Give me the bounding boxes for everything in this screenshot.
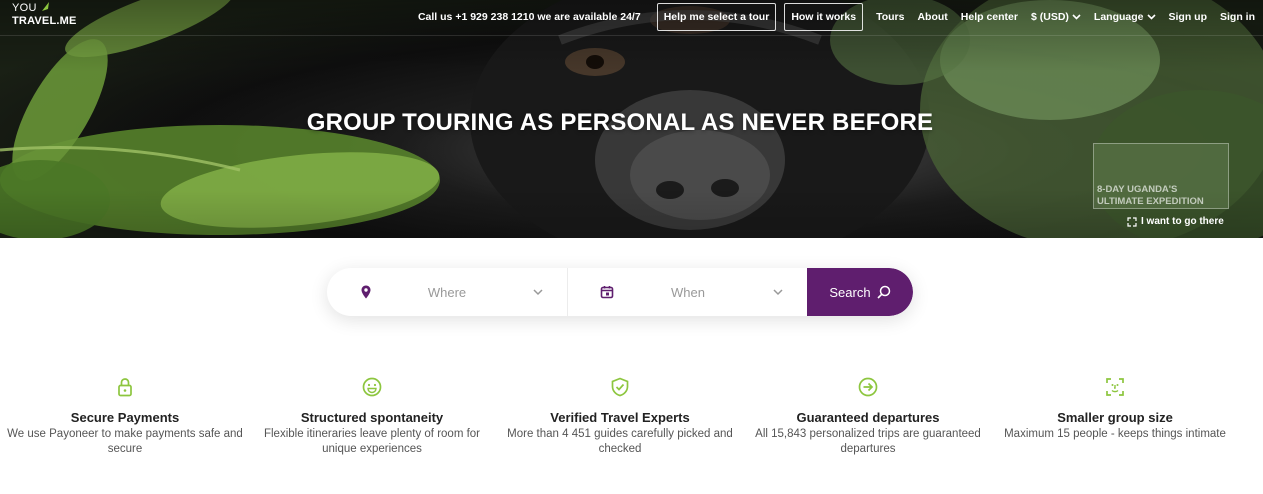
logo-line2: TRAVEL.ME xyxy=(12,15,77,27)
leaf-icon xyxy=(42,2,49,11)
phone-contact-text: Call us +1 929 238 1210 we are available… xyxy=(417,11,641,23)
hero-title: GROUP TOURING AS PERSONAL AS NEVER BEFOR… xyxy=(306,109,934,136)
search-button-label: Search xyxy=(829,284,871,300)
feature-description: More than 4 451 guides carefully picked … xyxy=(507,428,733,455)
logo[interactable]: YOU TRAVEL.ME xyxy=(12,2,77,28)
how-it-works-button[interactable]: How it works xyxy=(784,3,864,31)
shield-check-icon xyxy=(611,377,629,397)
promo-link[interactable]: I want to go there xyxy=(1127,216,1224,227)
promo-caption-line1: 8-DAY UGANDA'S xyxy=(1097,184,1178,195)
promo-link-label: I want to go there xyxy=(1141,216,1224,227)
feature-smaller-groups: Smaller group size Maximum 15 people - k… xyxy=(990,376,1240,442)
chevron-down-icon xyxy=(1146,14,1156,20)
currency-label: $ (USD) xyxy=(1030,11,1069,23)
lock-icon xyxy=(118,378,132,397)
nav-menu: Call us +1 929 238 1210 we are available… xyxy=(418,2,1263,32)
language-label: Language xyxy=(1093,11,1144,23)
promo-caption-line2: ULTIMATE EXPEDITION xyxy=(1097,196,1204,207)
nav-about-link[interactable]: About xyxy=(917,11,947,23)
sign-up-link[interactable]: Sign up xyxy=(1169,11,1208,23)
feature-description: All 15,843 personalized trips are guaran… xyxy=(755,428,981,455)
search-button[interactable]: Search xyxy=(807,268,913,316)
expand-icon xyxy=(1127,216,1137,227)
search-bar: Where When Search xyxy=(327,268,913,316)
feature-description: Flexible itineraries leave plenty of roo… xyxy=(263,428,481,455)
where-field[interactable]: Where xyxy=(327,268,567,316)
nav-tours-link[interactable]: Tours xyxy=(876,11,904,23)
feature-title: Guaranteed departures xyxy=(796,410,940,425)
feature-description: We use Payoneer to make payments safe an… xyxy=(7,428,243,455)
smile-icon xyxy=(362,377,382,397)
help-select-tour-button[interactable]: Help me select a tour xyxy=(656,3,777,31)
where-placeholder: Where xyxy=(427,284,467,300)
sign-in-link[interactable]: Sign in xyxy=(1220,11,1255,23)
feature-structured-spontaneity: Structured spontaneity Flexible itinerar… xyxy=(247,376,497,457)
when-placeholder: When xyxy=(671,284,705,300)
feature-title: Verified Travel Experts xyxy=(550,410,690,425)
promo-caption: 8-DAY UGANDA'S ULTIMATE EXPEDITION xyxy=(1097,184,1204,208)
language-selector[interactable]: Language xyxy=(1094,11,1156,23)
arrow-circle-icon xyxy=(858,377,878,397)
top-navbar: YOU TRAVEL.ME Call us +1 929 238 1210 we… xyxy=(0,0,1263,36)
feature-secure-payments: Secure Payments We use Payoneer to make … xyxy=(0,376,250,457)
feature-title: Structured spontaneity xyxy=(300,410,444,425)
feature-guaranteed-departures: Guaranteed departures All 15,843 persona… xyxy=(743,376,993,457)
when-field[interactable]: When xyxy=(567,268,807,316)
feature-description: Maximum 15 people - keeps things intimat… xyxy=(1004,428,1226,440)
chevron-down-icon xyxy=(773,289,783,296)
search-icon xyxy=(877,285,890,299)
nav-help-center-link[interactable]: Help center xyxy=(961,11,1018,23)
hero-banner: YOU TRAVEL.ME Call us +1 929 238 1210 we… xyxy=(0,0,1263,238)
feature-verified-experts: Verified Travel Experts More than 4 451 … xyxy=(495,376,745,457)
face-scan-icon xyxy=(1106,378,1124,396)
feature-title: Smaller group size xyxy=(1057,410,1173,425)
feature-title: Secure Payments xyxy=(70,410,180,425)
currency-selector[interactable]: $ (USD) xyxy=(1031,11,1081,23)
chevron-down-icon xyxy=(1072,14,1081,20)
chevron-down-icon xyxy=(533,289,543,296)
